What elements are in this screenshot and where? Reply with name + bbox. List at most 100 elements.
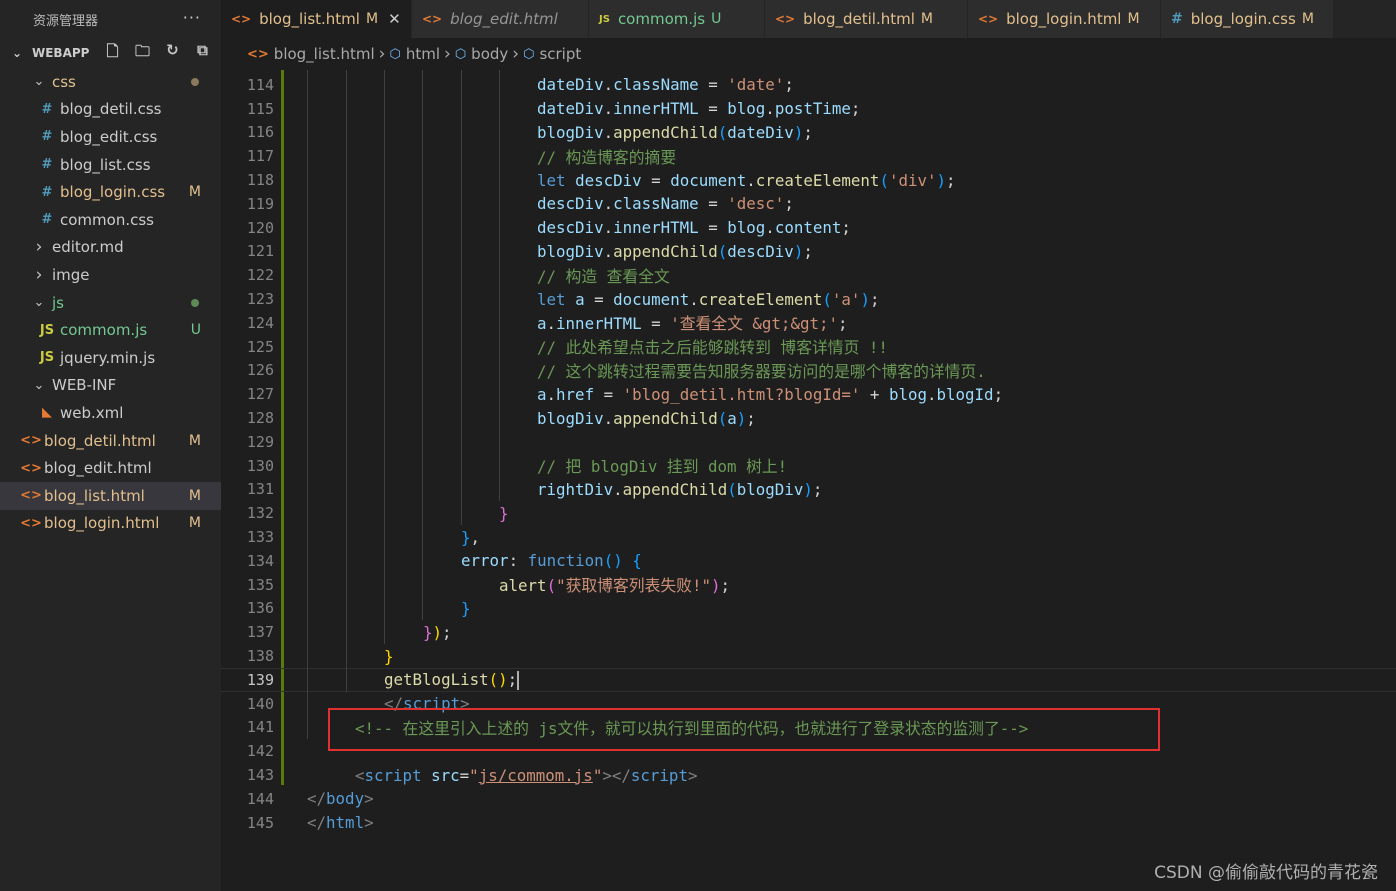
code-line[interactable]: 130 // 把 blogDiv 挂到 dom 树上! [221, 454, 1396, 478]
code-token: 'desc' [727, 194, 785, 214]
tree-item[interactable]: <> blog_detil.html M [0, 427, 221, 455]
code-line[interactable]: 132} [221, 501, 1396, 525]
breadcrumb-item[interactable]: blog_list.html [274, 45, 375, 63]
editor-tab[interactable]: <> blog_login.html M [968, 0, 1161, 38]
code-token: blog [727, 99, 766, 119]
code-line[interactable]: 124 a.innerHTML = '查看全文 &gt;&gt;'; [221, 311, 1396, 335]
code-line[interactable]: 118 let descDiv = document.createElement(… [221, 168, 1396, 192]
breadcrumb-item[interactable]: html [406, 45, 440, 63]
code-line[interactable]: 135 alert("获取博客列表失败!"); [221, 573, 1396, 597]
code-line[interactable]: 136} [221, 597, 1396, 621]
tree-item[interactable]: ⌄ css [0, 68, 221, 96]
code-line[interactable]: 115 dateDiv.innerHTML = blog.postTime; [221, 97, 1396, 121]
code-line[interactable]: 131 rightDiv.appendChild(blogDiv); [221, 478, 1396, 502]
tree-item[interactable]: # blog_detil.css [0, 96, 221, 124]
git-status-dot [191, 77, 199, 86]
tree-item[interactable]: # blog_list.css [0, 151, 221, 179]
close-icon[interactable]: ✕ [388, 10, 401, 28]
tree-item[interactable]: # blog_login.css M [0, 178, 221, 206]
code-line[interactable]: 117 // 构造博客的摘要 [221, 144, 1396, 168]
tree-item[interactable]: ◣ web.xml [0, 399, 221, 427]
code-editor[interactable]: 114 dateDiv.className = 'date'; 115 dateDiv… [221, 70, 1396, 891]
code-line[interactable]: 121 blogDiv.appendChild(descDiv); [221, 240, 1396, 264]
code-token: . [765, 218, 775, 238]
code-token: appendChild [622, 479, 728, 499]
code-token: appendChild [613, 241, 718, 261]
code-token: ( [717, 241, 728, 261]
tree-item[interactable]: # common.css [0, 206, 221, 234]
code-text: }); [423, 623, 452, 642]
code-token: appendChild [613, 408, 718, 428]
code-line[interactable]: 127 a.href = 'blog_detil.html?blogId=' + … [221, 382, 1396, 406]
code-line[interactable]: 143 <script src="js/commom.js"></script> [221, 763, 1396, 787]
code-line[interactable]: 123 let a = document.createElement('a'); [221, 287, 1396, 311]
code-line[interactable]: 138} [221, 644, 1396, 668]
code-token: document [670, 170, 747, 190]
code-line[interactable]: 119 descDiv.className = 'desc'; [221, 192, 1396, 216]
new-folder-icon[interactable]: 🗀 [131, 41, 153, 66]
code-line[interactable]: 122 // 构造 查看全文 [221, 263, 1396, 287]
code-line[interactable]: 125 // 此处希望点击之后能够跳转到 博客详情页 !! [221, 335, 1396, 359]
line-number: 140 [246, 694, 274, 713]
tree-item[interactable]: ⌄ js [0, 289, 221, 317]
tree-item[interactable]: ⌄ WEB-INF [0, 372, 221, 400]
code-line[interactable]: 120 descDiv.innerHTML = blog.content; [221, 216, 1396, 240]
code-token: . [926, 384, 937, 404]
breadcrumb-item[interactable]: body [471, 45, 508, 63]
code-token: = [698, 194, 728, 214]
tree-item[interactable]: <> blog_list.html M [0, 481, 221, 510]
line-number: 120 [246, 218, 274, 237]
code-token: " [469, 765, 479, 785]
code-token: function [527, 551, 604, 571]
breadcrumb-item[interactable]: script [539, 45, 581, 63]
code-line[interactable]: 137}); [221, 620, 1396, 644]
editor-tab[interactable]: <> blog_edit.html [412, 0, 589, 38]
code-token: = [698, 218, 728, 238]
annotation-highlight-box [328, 708, 1160, 751]
code-token: descDiv [537, 218, 604, 238]
code-text: } [499, 504, 509, 523]
code-line[interactable]: 134 error: function() { [221, 549, 1396, 573]
editor-tab[interactable]: JS commom.js U [589, 0, 765, 38]
editor-tab[interactable]: <> blog_list.html M ✕ [221, 0, 412, 38]
code-token: // 构造博客的摘要 [537, 147, 677, 167]
code-token: descDiv [727, 241, 794, 261]
code-line[interactable]: 116 blogDiv.appendChild(dateDiv); [221, 121, 1396, 145]
tree-item[interactable]: › editor.md [0, 234, 221, 262]
code-line[interactable]: 133}, [221, 525, 1396, 549]
workspace-section-header[interactable]: ⌄ WEBAPP 🗋 🗀 ↻ ⧉ [0, 38, 221, 68]
code-token: : [508, 551, 528, 571]
git-status-badge: U [711, 11, 722, 27]
git-status-badge: M [188, 184, 201, 201]
code-line[interactable]: 114 dateDiv.className = 'date'; [221, 73, 1396, 97]
chevron-down-icon: ⌄ [33, 295, 45, 311]
tree-item[interactable]: JS commom.js U [0, 316, 221, 344]
code-token: ) [711, 576, 721, 596]
line-number: 129 [246, 432, 274, 451]
tree-item[interactable]: <> blog_login.html M [0, 510, 221, 538]
editor-tab[interactable]: <> blog_detil.html M [765, 0, 968, 38]
tab-label: commom.js [617, 10, 706, 28]
code-text: dateDiv.innerHTML = blog.postTime; [537, 99, 860, 118]
code-token: a [537, 314, 547, 334]
tree-item[interactable]: # blog_edit.css [0, 123, 221, 151]
tree-item-label: blog_login.html [44, 514, 160, 533]
new-file-icon[interactable]: 🗋 [101, 41, 123, 66]
code-line[interactable]: 145 </html> [221, 811, 1396, 835]
refresh-icon[interactable]: ↻ [161, 41, 183, 66]
editor-tab[interactable]: # blog_login.css M [1161, 0, 1334, 38]
code-line[interactable]: 128 blogDiv.appendChild(a); [221, 406, 1396, 430]
tree-item[interactable]: <> blog_edit.html [0, 454, 221, 482]
tree-item[interactable]: › imge [0, 261, 221, 289]
symbol-icon: ⬡ [389, 46, 401, 62]
code-token: ) [793, 241, 804, 261]
code-line[interactable]: 129 [221, 430, 1396, 454]
more-actions-icon[interactable]: ··· [183, 8, 201, 27]
tree-item[interactable]: JS jquery.min.js [0, 344, 221, 372]
collapse-all-icon[interactable]: ⧉ [191, 41, 213, 66]
code-line[interactable]: 126 // 这个跳转过程需要告知服务器要访问的是哪个博客的详情页. [221, 359, 1396, 383]
code-line[interactable]: 139 getBlogList(); [221, 668, 1396, 692]
code-line[interactable]: 144 </body> [221, 787, 1396, 811]
line-number: 114 [246, 75, 274, 94]
code-token: </ [307, 789, 327, 809]
